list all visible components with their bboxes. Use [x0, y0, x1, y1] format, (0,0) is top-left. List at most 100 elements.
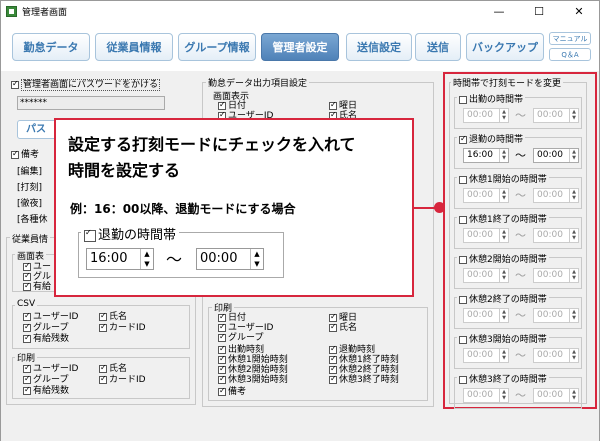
time-to-spinner[interactable]: 00:00 ▲ ▼ [533, 308, 579, 323]
spin-arrows-icon[interactable]: ▲ ▼ [499, 349, 508, 362]
tab-send-settings[interactable]: 送信設定 [346, 33, 412, 61]
time-from-spinner[interactable]: 00:00 ▲ ▼ [463, 308, 509, 323]
checkbox[interactable] [329, 344, 337, 354]
tab-employee-info[interactable]: 従業員情報 [95, 33, 173, 61]
time-from-spinner[interactable]: 16:00 ▲ ▼ [463, 148, 509, 163]
qa-button[interactable]: Q＆A [549, 48, 591, 61]
time-to-spinner[interactable]: 00:00 ▲ ▼ [533, 388, 579, 403]
tab-kintai-data[interactable]: 勤怠データ [12, 33, 90, 61]
checkbox[interactable] [329, 322, 337, 332]
checkbox[interactable] [99, 322, 107, 332]
time-group-checkbox[interactable] [459, 175, 467, 184]
manual-button[interactable]: マニュアル [549, 32, 591, 45]
checkbox[interactable] [218, 374, 226, 384]
spin-arrows-icon[interactable]: ▲ ▼ [499, 109, 508, 122]
checkbox[interactable] [218, 364, 226, 374]
time-group-row[interactable]: 休憩3終了の時間帯 [457, 372, 549, 385]
time-to-spinner[interactable]: 00:00 ▲ ▼ [533, 268, 579, 283]
checkbox[interactable] [329, 100, 337, 110]
checkbox[interactable] [218, 312, 226, 322]
tab-send[interactable]: 送信 [415, 33, 461, 61]
callout-from-spinner[interactable]: 16:00 ▲ ▼ [86, 248, 154, 270]
time-to-spinner[interactable]: 00:00 ▲ ▼ [533, 228, 579, 243]
tab-backup[interactable]: バックアップ [466, 33, 544, 61]
time-to-spinner[interactable]: 00:00 ▲ ▼ [533, 108, 579, 123]
callout-checkbox[interactable] [84, 228, 96, 242]
time-group-row[interactable]: 退勤の時間帯 [457, 132, 526, 145]
checkbox[interactable] [329, 312, 337, 322]
checkbox[interactable] [23, 363, 31, 373]
time-from-spinner[interactable]: 00:00 ▲ ▼ [463, 188, 509, 203]
checkbox[interactable] [99, 311, 107, 321]
spin-arrows-icon[interactable]: ▲ ▼ [569, 349, 578, 362]
spin-arrows-icon[interactable]: ▲ ▼ [140, 249, 153, 269]
time-from-spinner[interactable]: 00:00 ▲ ▼ [463, 348, 509, 363]
checkbox[interactable] [329, 364, 337, 374]
checkbox[interactable] [23, 281, 31, 291]
spin-arrows-icon[interactable]: ▲ ▼ [499, 389, 508, 402]
spin-arrows-icon[interactable]: ▲ ▼ [569, 109, 578, 122]
minimize-button[interactable]: — [479, 1, 519, 21]
checkbox[interactable] [218, 332, 226, 342]
spin-arrows-icon[interactable]: ▲ ▼ [499, 229, 508, 242]
time-from-spinner[interactable]: 00:00 ▲ ▼ [463, 108, 509, 123]
spin-arrows-icon[interactable]: ▲ ▼ [569, 189, 578, 202]
spin-arrows-icon[interactable]: ▲ ▼ [569, 229, 578, 242]
biko-row[interactable]: 備考 [11, 149, 39, 160]
spin-arrows-icon[interactable]: ▲ ▼ [250, 249, 263, 269]
time-group-checkbox[interactable] [459, 95, 467, 104]
time-group-row[interactable]: 休憩3開始の時間帯 [457, 332, 549, 345]
checkbox[interactable] [218, 354, 226, 364]
time-group-row[interactable]: 休憩1終了の時間帯 [457, 212, 549, 225]
time-from-spinner[interactable]: 00:00 ▲ ▼ [463, 228, 509, 243]
time-group-checkbox[interactable] [459, 134, 467, 144]
checkbox[interactable] [99, 374, 107, 384]
checkbox[interactable] [99, 363, 107, 373]
callout-group-row[interactable]: 退勤の時間帯 [81, 224, 180, 243]
checkbox[interactable] [23, 271, 31, 281]
time-group-checkbox[interactable] [459, 255, 467, 264]
checkbox[interactable] [23, 311, 31, 321]
spin-arrows-icon[interactable]: ▲ ▼ [569, 269, 578, 282]
spin-arrows-icon[interactable]: ▲ ▼ [499, 309, 508, 322]
checkbox[interactable] [218, 386, 226, 396]
time-to-spinner[interactable]: 00:00 ▲ ▼ [533, 148, 579, 163]
close-button[interactable]: ✕ [559, 1, 599, 21]
checkbox[interactable] [23, 374, 31, 384]
password-checkbox-row[interactable]: 管理者画面にパスワードをかける [11, 79, 161, 91]
checkbox[interactable] [218, 100, 226, 110]
checkbox[interactable] [218, 344, 226, 354]
time-from-spinner[interactable]: 00:00 ▲ ▼ [463, 388, 509, 403]
checkbox[interactable] [23, 385, 31, 395]
spin-arrows-icon[interactable]: ▲ ▼ [569, 389, 578, 402]
checkbox[interactable] [218, 322, 226, 332]
maximize-button[interactable]: ☐ [519, 1, 559, 21]
spin-arrows-icon[interactable]: ▲ ▼ [499, 269, 508, 282]
time-group-row[interactable]: 休憩2終了の時間帯 [457, 292, 549, 305]
time-to-spinner[interactable]: 00:00 ▲ ▼ [533, 348, 579, 363]
time-group-row[interactable]: 休憩1開始の時間帯 [457, 172, 549, 185]
spin-arrows-icon[interactable]: ▲ ▼ [569, 149, 578, 162]
tab-group-info[interactable]: グループ情報 [178, 33, 256, 61]
time-group-row[interactable]: 休憩2開始の時間帯 [457, 252, 549, 265]
checkbox[interactable] [23, 261, 31, 271]
password-input[interactable]: ****** [17, 96, 165, 110]
checkbox[interactable] [23, 322, 31, 332]
callout-to-spinner[interactable]: 00:00 ▲ ▼ [196, 248, 264, 270]
password-checkbox[interactable] [11, 79, 19, 89]
checkbox[interactable] [329, 374, 337, 384]
time-group-row[interactable]: 出勤の時間帯 [457, 92, 526, 105]
time-group-checkbox[interactable] [459, 295, 467, 304]
tab-admin-settings[interactable]: 管理者設定 [261, 33, 339, 61]
checkbox[interactable] [23, 333, 31, 343]
checkbox[interactable] [329, 354, 337, 364]
spin-arrows-icon[interactable]: ▲ ▼ [499, 189, 508, 202]
time-group-checkbox[interactable] [459, 375, 467, 384]
time-to-spinner[interactable]: 00:00 ▲ ▼ [533, 188, 579, 203]
time-group-checkbox[interactable] [459, 215, 467, 224]
time-group-checkbox[interactable] [459, 335, 467, 344]
spin-arrows-icon[interactable]: ▲ ▼ [569, 309, 578, 322]
time-from-spinner[interactable]: 00:00 ▲ ▼ [463, 268, 509, 283]
spin-arrows-icon[interactable]: ▲ ▼ [499, 149, 508, 162]
biko-checkbox[interactable] [11, 149, 19, 159]
